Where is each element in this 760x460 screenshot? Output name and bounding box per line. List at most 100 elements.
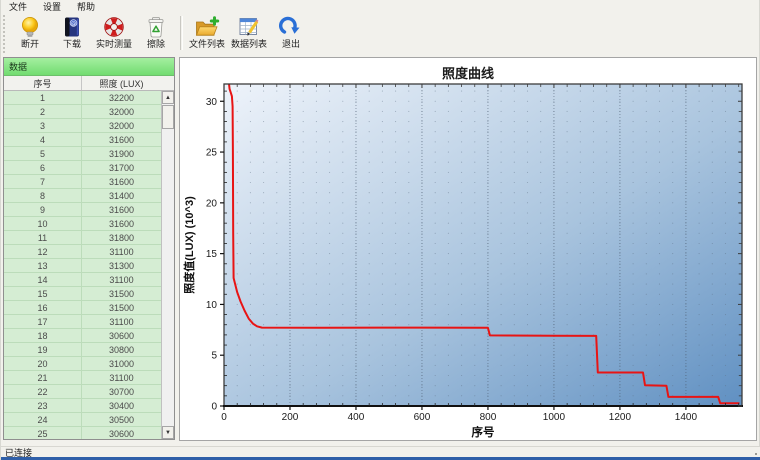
svg-text:1000: 1000 xyxy=(543,412,566,423)
cell-index: 16 xyxy=(4,301,82,314)
folder-plus-icon xyxy=(194,14,220,39)
cell-lux: 31800 xyxy=(82,231,161,244)
table-row[interactable]: 1431100 xyxy=(4,273,161,287)
table-row[interactable]: 1731100 xyxy=(4,315,161,329)
data-panel: 数据 序号 照度 (LUX) 1322002320003320004316005… xyxy=(3,57,175,440)
table-row[interactable]: 2131100 xyxy=(4,371,161,385)
cell-index: 17 xyxy=(4,315,82,328)
cell-lux: 31300 xyxy=(82,259,161,272)
table-row[interactable]: 731600 xyxy=(4,175,161,189)
cell-lux: 31900 xyxy=(82,147,161,160)
table-row[interactable]: 2230700 xyxy=(4,385,161,399)
toolbar-button-label: 数据列表 xyxy=(231,39,267,50)
table-row[interactable]: 1531500 xyxy=(4,287,161,301)
cell-lux: 32000 xyxy=(82,105,161,118)
table-row[interactable]: 232000 xyxy=(4,105,161,119)
cell-lux: 31600 xyxy=(82,133,161,146)
toolbar: 断开 @ 下载 xyxy=(1,13,759,55)
data-table: 序号 照度 (LUX) 1322002320003320004316005319… xyxy=(4,76,174,439)
menu-bar: 文件 设置 帮助 xyxy=(1,0,759,13)
cell-lux: 32000 xyxy=(82,119,161,132)
x-axis-label: 序号 xyxy=(472,425,495,439)
table-row[interactable]: 431600 xyxy=(4,133,161,147)
table-row[interactable]: 631700 xyxy=(4,161,161,175)
cell-index: 12 xyxy=(4,245,82,258)
y-axis-label: 照度值(LUX) (10^3) xyxy=(182,196,196,294)
toolbar-button-label: 断开 xyxy=(21,39,39,50)
column-header-index: 序号 xyxy=(4,76,82,90)
cell-lux: 30600 xyxy=(82,427,161,439)
svg-text:5: 5 xyxy=(211,351,217,362)
cell-lux: 31100 xyxy=(82,245,161,258)
scroll-down-button[interactable]: ▼ xyxy=(162,426,174,439)
scroll-up-button[interactable]: ▲ xyxy=(162,91,174,104)
cell-index: 1 xyxy=(4,91,82,104)
cell-index: 10 xyxy=(4,217,82,230)
cell-index: 11 xyxy=(4,231,82,244)
cell-lux: 31600 xyxy=(82,203,161,216)
table-pencil-icon xyxy=(236,14,262,39)
cell-index: 19 xyxy=(4,343,82,356)
table-row[interactable]: 1830600 xyxy=(4,329,161,343)
svg-text:1200: 1200 xyxy=(609,412,632,423)
table-row[interactable]: 332000 xyxy=(4,119,161,133)
table-row[interactable]: 1331300 xyxy=(4,259,161,273)
data-panel-title: 数据 xyxy=(4,58,174,76)
table-row[interactable]: 1631500 xyxy=(4,301,161,315)
bulb-icon xyxy=(17,14,43,39)
svg-text:1400: 1400 xyxy=(675,412,698,423)
table-row[interactable]: 931600 xyxy=(4,203,161,217)
table-row[interactable]: 531900 xyxy=(4,147,161,161)
svg-text:800: 800 xyxy=(480,412,497,423)
toolbar-button-label: 下载 xyxy=(63,39,81,50)
cell-index: 25 xyxy=(4,427,82,439)
cell-lux: 31500 xyxy=(82,287,161,300)
cell-lux: 30600 xyxy=(82,329,161,342)
cell-lux: 31500 xyxy=(82,301,161,314)
svg-text:400: 400 xyxy=(348,412,365,423)
table-row[interactable]: 1930800 xyxy=(4,343,161,357)
menu-help[interactable]: 帮助 xyxy=(77,0,95,13)
table-row[interactable]: 1031600 xyxy=(4,217,161,231)
cell-lux: 31600 xyxy=(82,217,161,230)
main-area: 数据 序号 照度 (LUX) 1322002320003320004316005… xyxy=(1,56,760,445)
table-row[interactable]: 2031000 xyxy=(4,357,161,371)
table-row[interactable]: 132200 xyxy=(4,91,161,105)
data-list-button[interactable]: 数据列表 xyxy=(228,13,270,53)
cell-index: 23 xyxy=(4,399,82,412)
cell-lux: 30400 xyxy=(82,399,161,412)
toolbar-button-label: 实时测量 xyxy=(96,39,132,50)
svg-text:0: 0 xyxy=(221,412,227,423)
cell-lux: 30700 xyxy=(82,385,161,398)
svg-text:@: @ xyxy=(71,20,76,26)
svg-text:10: 10 xyxy=(206,300,218,311)
cell-index: 4 xyxy=(4,133,82,146)
scrollbar-thumb[interactable] xyxy=(162,105,174,129)
erase-button[interactable]: 擦除 xyxy=(135,13,177,53)
table-row[interactable]: 1131800 xyxy=(4,231,161,245)
toolbar-button-label: 文件列表 xyxy=(189,39,225,50)
toolbar-separator xyxy=(180,16,183,50)
cell-lux: 31100 xyxy=(82,371,161,384)
download-button[interactable]: @ 下载 xyxy=(51,13,93,53)
table-row[interactable]: 831400 xyxy=(4,189,161,203)
cell-index: 7 xyxy=(4,175,82,188)
svg-text:200: 200 xyxy=(282,412,299,423)
table-row[interactable]: 2330400 xyxy=(4,399,161,413)
exit-button[interactable]: 退出 xyxy=(270,13,312,53)
file-list-button[interactable]: 文件列表 xyxy=(186,13,228,53)
menu-settings[interactable]: 设置 xyxy=(43,0,61,13)
toolbar-gripper xyxy=(3,15,7,53)
realtime-measure-button[interactable]: 实时测量 xyxy=(93,13,135,53)
table-scrollbar[interactable]: ▲ ▼ xyxy=(161,91,174,439)
disconnect-button[interactable]: 断开 xyxy=(9,13,51,53)
table-row[interactable]: 1231100 xyxy=(4,245,161,259)
status-bar: 已连接 xyxy=(1,446,760,457)
menu-file[interactable]: 文件 xyxy=(9,0,27,13)
cell-lux: 31100 xyxy=(82,315,161,328)
cell-index: 14 xyxy=(4,273,82,286)
svg-text:30: 30 xyxy=(206,97,218,108)
cell-index: 21 xyxy=(4,371,82,384)
table-row[interactable]: 2430500 xyxy=(4,413,161,427)
table-row[interactable]: 2530600 xyxy=(4,427,161,439)
